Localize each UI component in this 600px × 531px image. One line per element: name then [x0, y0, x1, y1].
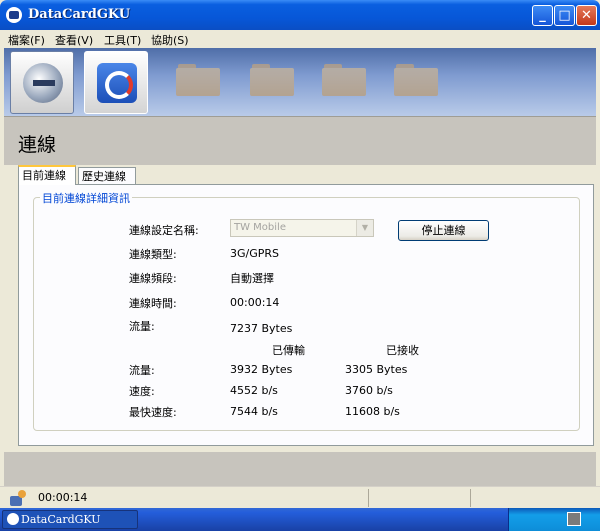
profile-select[interactable]: TW Mobile ▼ [230, 219, 374, 237]
stats-row-received: 3305 Bytes [345, 363, 408, 376]
close-button[interactable]: ✕ [576, 5, 597, 26]
tab-current-connection[interactable]: 目前連線 [18, 165, 76, 185]
connect-icon [23, 63, 63, 103]
refresh-connection-icon [97, 63, 137, 103]
status-time: 00:00:14 [38, 491, 88, 504]
sent-column-header: 已傳輸 [272, 344, 305, 357]
time-label: 連線時間: [129, 297, 177, 310]
status-divider [368, 489, 369, 507]
connection-tool-button[interactable] [84, 51, 148, 114]
disconnect-button[interactable]: 停止連線 [398, 220, 489, 241]
documents-folder-icon[interactable] [394, 62, 438, 98]
taskbar: DataCardGKU [0, 508, 600, 531]
system-tray [508, 508, 600, 531]
minimize-button[interactable]: _ [532, 5, 553, 26]
phonebook-folder-icon[interactable] [250, 62, 294, 98]
menu-bar: 檔案(F) 查看(V) 工具(T) 協助(S) [4, 30, 596, 48]
stats-row-sent: 7544 b/s [230, 405, 278, 418]
profile-value: TW Mobile [234, 222, 286, 233]
tab-panel: 目前連線詳細資訊 連線設定名稱: TW Mobile ▼ 停止連線 連線類型: … [18, 184, 594, 446]
mail-folder-icon[interactable] [322, 62, 366, 98]
received-column-header: 已接收 [386, 344, 419, 357]
connection-details-group: 目前連線詳細資訊 連線設定名稱: TW Mobile ▼ 停止連線 連線類型: … [33, 190, 580, 431]
menu-file[interactable]: 檔案(F) [8, 32, 45, 48]
connect-tool-button[interactable] [10, 51, 74, 114]
menu-help[interactable]: 協助(S) [151, 32, 189, 48]
lower-panel [4, 452, 596, 486]
app-window: DataCardGKU _ □ ✕ 檔案(F) 查看(V) 工具(T) 協助(S… [0, 0, 600, 509]
time-value: 00:00:14 [230, 296, 280, 309]
status-divider [470, 489, 471, 507]
tab-history-connection[interactable]: 歷史連線 [78, 167, 136, 184]
page-title: 連線 [18, 134, 57, 156]
chevron-down-icon[interactable]: ▼ [356, 220, 373, 236]
stats-row-received: 3760 b/s [345, 384, 393, 397]
menu-view[interactable]: 查看(V) [55, 32, 93, 48]
type-label: 連線類型: [129, 248, 177, 261]
stats-row-sent: 3932 Bytes [230, 363, 293, 376]
stats-row-label: 流量: [129, 364, 155, 377]
maximize-button[interactable]: □ [554, 5, 575, 26]
app-icon [7, 513, 19, 525]
taskbar-app-button[interactable]: DataCardGKU [2, 510, 138, 529]
band-label: 連線頻段: [129, 272, 177, 285]
page-header: 連線 [4, 116, 596, 165]
menu-tools[interactable]: 工具(T) [104, 32, 141, 48]
stats-row-sent: 4552 b/s [230, 384, 278, 397]
status-bar: 00:00:14 [0, 486, 600, 509]
profile-label: 連線設定名稱: [129, 224, 199, 237]
tray-app-icon[interactable] [567, 512, 581, 526]
connection-status-icon [10, 490, 28, 506]
sms-folder-icon[interactable] [176, 62, 220, 98]
stats-row-received: 11608 b/s [345, 405, 400, 418]
traffic-label: 流量: [129, 320, 155, 333]
group-title: 目前連線詳細資訊 [40, 190, 132, 206]
type-value: 3G/GPRS [230, 247, 280, 260]
stats-row-label: 最快速度: [129, 406, 177, 419]
stats-row-label: 速度: [129, 385, 155, 398]
window-title: DataCardGKU [28, 7, 131, 22]
band-value: 自動選擇 [230, 272, 274, 285]
taskbar-app-label: DataCardGKU [21, 513, 101, 526]
title-bar[interactable]: DataCardGKU _ □ ✕ [0, 0, 600, 30]
toolbar [4, 48, 596, 116]
traffic-value: 7237 Bytes [230, 322, 293, 335]
app-icon[interactable] [6, 7, 22, 23]
